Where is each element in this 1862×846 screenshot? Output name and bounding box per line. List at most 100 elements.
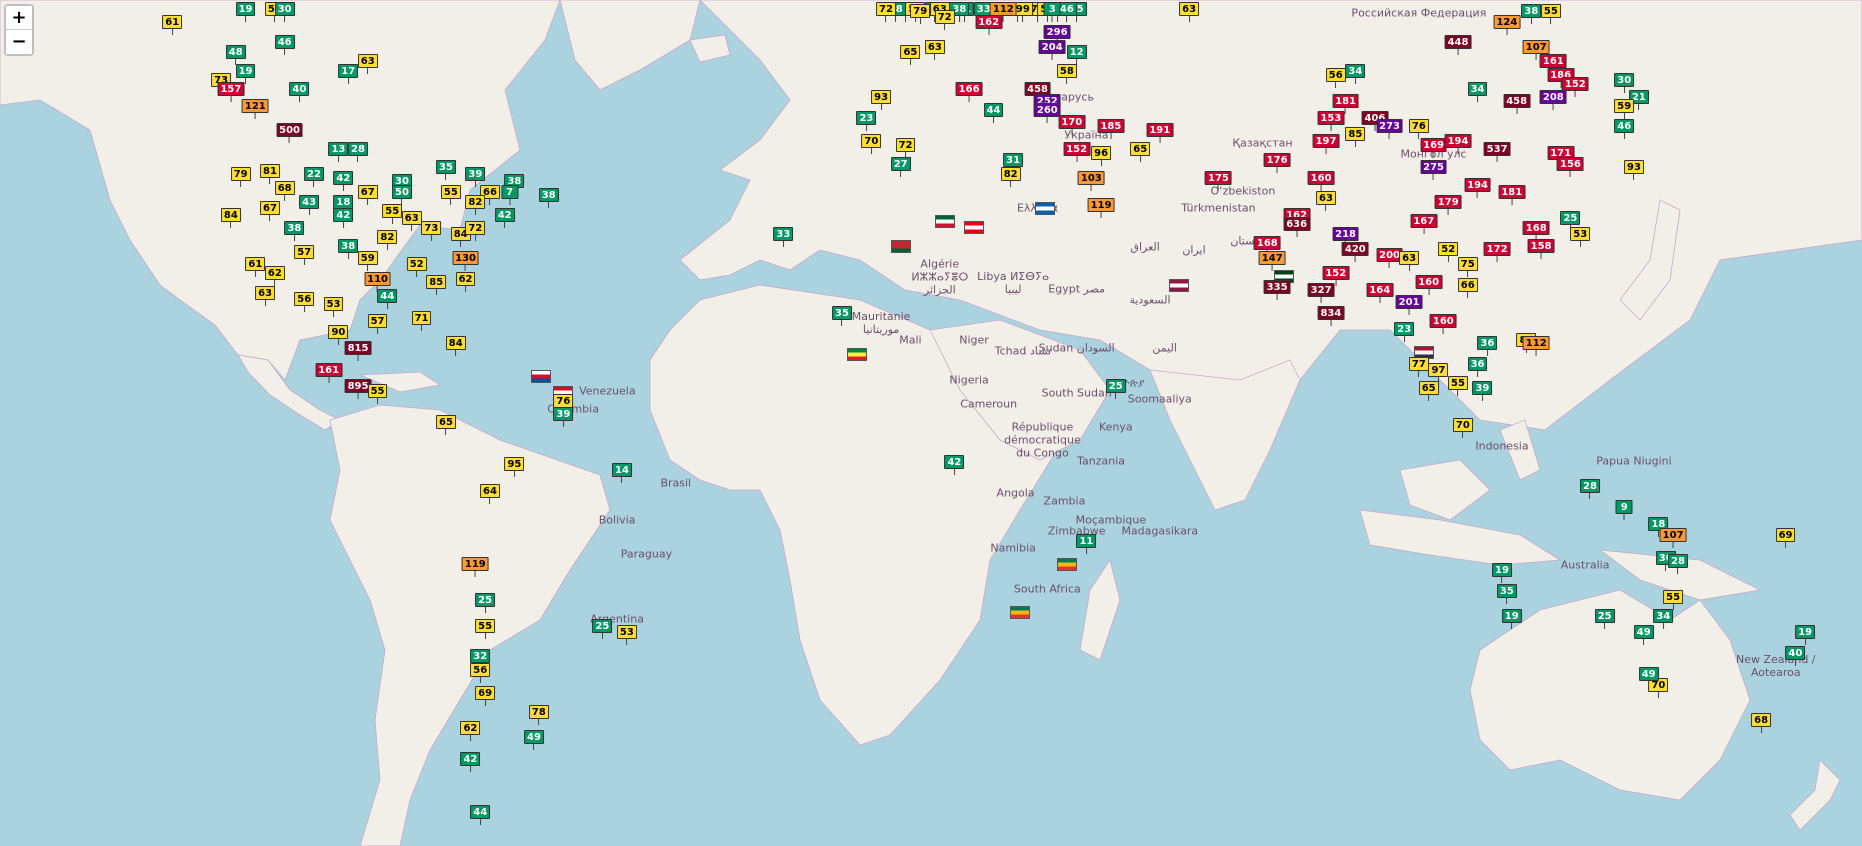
aqi-station-marker[interactable]: 55 xyxy=(440,184,461,205)
aqi-station-marker[interactable]: 168 xyxy=(1522,220,1550,241)
aqi-station-marker[interactable]: 19 xyxy=(1795,625,1816,646)
aqi-station-marker[interactable]: 49 xyxy=(1633,625,1654,646)
aqi-station-marker[interactable]: 194 xyxy=(1464,177,1491,198)
aqi-station-marker[interactable]: 52 xyxy=(406,257,427,278)
aqi-station-marker[interactable]: 84 xyxy=(445,335,466,356)
aqi-station-marker[interactable]: 815 xyxy=(344,341,372,362)
aqi-station-marker[interactable]: 97 xyxy=(1428,362,1449,383)
aqi-station-marker[interactable]: 95 xyxy=(504,457,525,478)
flag-marker[interactable] xyxy=(531,369,552,383)
aqi-station-marker[interactable]: 175 xyxy=(1205,170,1232,191)
aqi-station-marker[interactable]: 28 xyxy=(348,141,368,162)
aqi-station-marker[interactable]: 44 xyxy=(470,805,491,826)
aqi-station-marker[interactable]: 36 xyxy=(1477,335,1498,356)
aqi-station-marker[interactable]: 130 xyxy=(452,251,479,272)
aqi-station-marker[interactable]: 161 xyxy=(315,362,343,383)
aqi-station-marker[interactable]: 70 xyxy=(861,134,882,155)
aqi-station-marker[interactable]: 57 xyxy=(367,314,388,335)
aqi-station-marker[interactable]: 65 xyxy=(1130,141,1151,162)
aqi-station-marker[interactable]: 73 xyxy=(421,220,442,241)
aqi-station-marker[interactable]: 169 xyxy=(1420,138,1447,159)
aqi-station-marker[interactable]: 34 xyxy=(1653,609,1674,630)
aqi-station-marker[interactable]: 25 xyxy=(1105,378,1126,399)
aqi-station-marker[interactable]: 79 xyxy=(230,167,251,188)
aqi-station-marker[interactable]: 53 xyxy=(616,625,637,646)
aqi-station-marker[interactable]: 420 xyxy=(1341,242,1369,263)
aqi-station-marker[interactable]: 82 xyxy=(377,229,398,250)
aqi-station-marker[interactable]: 35 xyxy=(832,305,852,326)
aqi-station-marker[interactable]: 53 xyxy=(1570,226,1591,247)
aqi-station-marker[interactable]: 103 xyxy=(1077,170,1105,191)
aqi-station-marker[interactable]: 46 xyxy=(1614,118,1635,139)
aqi-station-marker[interactable]: 63 xyxy=(255,286,276,307)
aqi-station-marker[interactable]: 42 xyxy=(460,751,481,772)
aqi-station-marker[interactable]: 42 xyxy=(333,170,354,191)
aqi-station-marker[interactable]: 185 xyxy=(1097,118,1125,139)
aqi-station-marker[interactable]: 34 xyxy=(1345,63,1366,84)
aqi-station-marker[interactable]: 77 xyxy=(1408,357,1429,378)
aqi-station-marker[interactable]: 197 xyxy=(1312,134,1340,155)
aqi-station-marker[interactable]: 46 xyxy=(274,35,295,56)
aqi-station-marker[interactable]: 160 xyxy=(1429,314,1457,335)
aqi-station-marker[interactable]: 44 xyxy=(377,289,398,310)
aqi-station-marker[interactable]: 59 xyxy=(1614,98,1635,119)
aqi-station-marker[interactable]: 57 xyxy=(294,245,315,266)
aqi-station-marker[interactable]: 30 xyxy=(274,2,295,22)
aqi-station-marker[interactable]: 61 xyxy=(162,14,183,35)
aqi-station-marker[interactable]: 147 xyxy=(1258,251,1286,272)
aqi-station-marker[interactable]: 63 xyxy=(924,40,945,61)
aqi-station-marker[interactable]: 93 xyxy=(1624,160,1644,181)
aqi-station-marker[interactable]: 152 xyxy=(1063,141,1091,162)
aqi-station-marker[interactable]: 61 xyxy=(245,257,266,278)
aqi-station-marker[interactable]: 75 xyxy=(1457,257,1478,278)
aqi-station-marker[interactable]: 55 xyxy=(1540,4,1561,25)
aqi-station-marker[interactable]: 179 xyxy=(1434,194,1462,215)
aqi-station-marker[interactable]: 34 xyxy=(1467,81,1488,102)
aqi-station-marker[interactable]: 23 xyxy=(856,110,877,131)
aqi-station-marker[interactable]: 65 xyxy=(1418,381,1439,402)
flag-marker[interactable] xyxy=(964,221,984,235)
aqi-station-marker[interactable]: 119 xyxy=(1087,197,1115,218)
aqi-station-marker[interactable]: 176 xyxy=(1263,152,1291,173)
aqi-station-marker[interactable]: 194 xyxy=(1444,134,1472,155)
aqi-station-marker[interactable]: 42 xyxy=(944,454,965,475)
aqi-station-marker[interactable]: 23 xyxy=(1394,322,1415,343)
aqi-station-marker[interactable]: 58 xyxy=(1056,63,1077,84)
aqi-station-marker[interactable]: 3 xyxy=(1043,2,1061,22)
aqi-station-marker[interactable]: 63 xyxy=(1316,191,1336,212)
flag-marker[interactable] xyxy=(890,239,911,253)
flag-marker[interactable] xyxy=(934,214,955,228)
aqi-station-marker[interactable]: 63 xyxy=(401,210,422,231)
aqi-station-marker[interactable]: 27 xyxy=(890,156,911,177)
aqi-station-marker[interactable]: 335 xyxy=(1263,280,1291,301)
aqi-station-marker[interactable]: 500 xyxy=(276,122,303,143)
zoom-in-button[interactable]: + xyxy=(6,6,32,30)
aqi-station-marker[interactable]: 834 xyxy=(1317,305,1345,326)
aqi-station-marker[interactable]: 85 xyxy=(426,274,447,295)
aqi-station-marker[interactable]: 28 xyxy=(1580,478,1600,499)
aqi-station-marker[interactable]: 44 xyxy=(983,102,1004,123)
aqi-station-marker[interactable]: 67 xyxy=(260,201,280,222)
aqi-station-marker[interactable]: 49 xyxy=(1638,667,1659,688)
aqi-station-marker[interactable]: 93 xyxy=(871,90,892,111)
aqi-station-marker[interactable]: 38 xyxy=(284,220,305,241)
aqi-station-marker[interactable]: 42 xyxy=(333,207,354,228)
aqi-station-marker[interactable]: 19 xyxy=(235,2,256,22)
aqi-station-marker[interactable]: 164 xyxy=(1366,283,1394,304)
aqi-station-marker[interactable]: 124 xyxy=(1493,14,1521,35)
aqi-station-marker[interactable]: 14 xyxy=(612,462,632,483)
aqi-station-marker[interactable]: 55 xyxy=(367,383,388,404)
aqi-station-marker[interactable]: 157 xyxy=(217,81,245,102)
aqi-station-marker[interactable]: 59 xyxy=(357,251,378,272)
aqi-station-marker[interactable]: 68 xyxy=(1751,713,1772,734)
aqi-station-marker[interactable]: 208 xyxy=(1539,90,1567,111)
aqi-station-marker[interactable]: 78 xyxy=(528,705,549,726)
aqi-station-marker[interactable]: 68 xyxy=(274,181,295,202)
aqi-station-marker[interactable]: 69 xyxy=(1775,528,1796,549)
aqi-station-marker[interactable]: 12 xyxy=(1066,44,1087,65)
aqi-station-marker[interactable]: 82 xyxy=(1000,167,1021,188)
aqi-station-marker[interactable]: 9 xyxy=(1615,500,1633,521)
aqi-station-marker[interactable]: 62 xyxy=(455,271,476,292)
aqi-station-marker[interactable]: 49 xyxy=(524,729,544,750)
aqi-station-marker[interactable]: 79 xyxy=(910,4,931,25)
